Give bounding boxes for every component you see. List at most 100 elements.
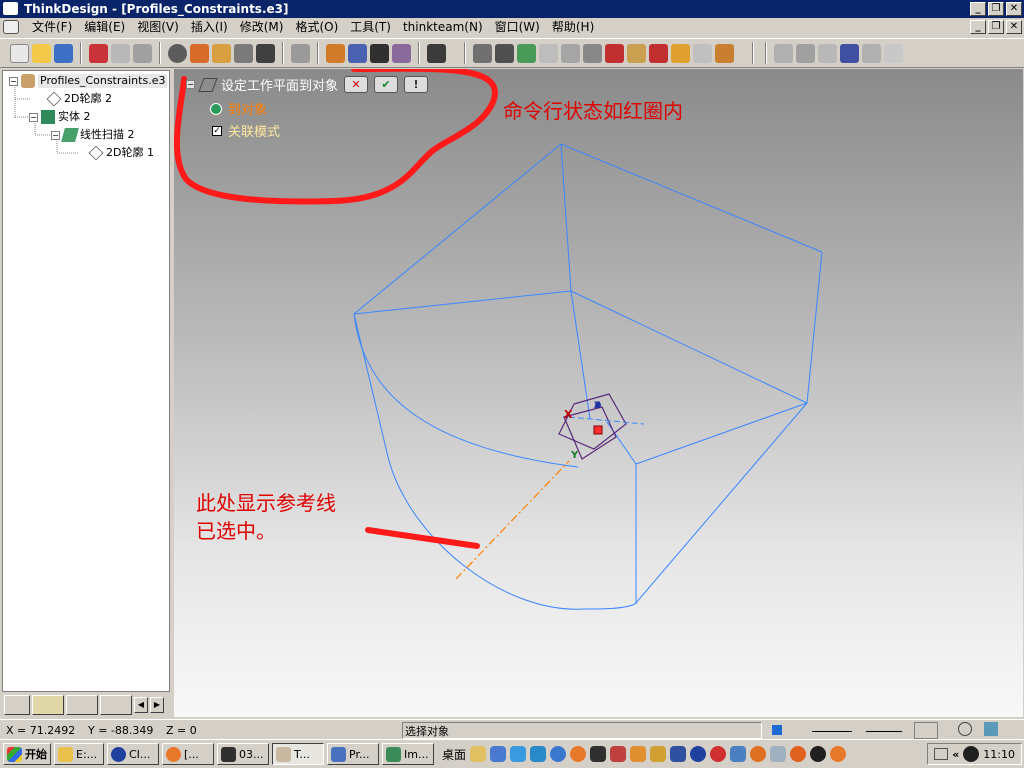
collapse-toggle[interactable]: − [29, 112, 38, 122]
taskbar-explorer[interactable]: E:... [54, 743, 104, 765]
tray-expand-icon[interactable]: « [952, 748, 959, 761]
dropdown-arrow-icon[interactable] [449, 43, 457, 63]
ok-button[interactable]: ✔ [374, 76, 399, 93]
zoom-fit-icon[interactable] [234, 43, 253, 63]
clock[interactable]: 11:10 [983, 748, 1015, 761]
shade-icon[interactable] [348, 43, 367, 63]
constraint-icon[interactable] [495, 43, 514, 63]
quicklaunch-mail-icon[interactable] [590, 746, 607, 762]
doc-close-button[interactable]: ✕ [1006, 20, 1022, 34]
curve-icon[interactable] [818, 43, 837, 63]
quicklaunch-chat-icon[interactable] [610, 746, 627, 762]
associative-checkbox[interactable]: ✓ [212, 125, 222, 136]
quicklaunch-qq-icon[interactable] [810, 746, 827, 762]
tab-scroll-left-icon[interactable]: ◀ [134, 697, 148, 713]
zoom-icon[interactable] [212, 43, 231, 63]
undo-icon[interactable] [89, 43, 108, 63]
tab-scroll-right-icon[interactable]: ▶ [150, 697, 164, 713]
taskbar-thinkdesign[interactable]: T... [272, 743, 324, 765]
render-icon[interactable] [326, 43, 345, 63]
document-icon[interactable] [3, 20, 19, 34]
measure-icon[interactable] [627, 43, 646, 63]
collapse-toggle[interactable]: − [186, 80, 195, 89]
layer-icon[interactable] [392, 43, 411, 63]
quicklaunch-doc-icon[interactable] [770, 746, 787, 762]
rotate-view-icon[interactable] [168, 43, 187, 63]
quicklaunch-globe-icon[interactable] [690, 746, 707, 762]
angle-icon[interactable] [796, 43, 815, 63]
tree-item-sweep-2[interactable]: − 线性扫描 2 [51, 128, 135, 142]
menu-window[interactable]: 窗口(W) [489, 18, 546, 37]
quicklaunch-firefox-icon[interactable] [570, 746, 587, 762]
command-option-row[interactable]: ✓ 关联模式 [212, 121, 280, 140]
quicklaunch-tool-icon[interactable] [670, 746, 687, 762]
restore-button[interactable]: ❐ [988, 2, 1004, 16]
quicklaunch-db-icon[interactable] [730, 746, 747, 762]
point-icon[interactable] [774, 43, 793, 63]
dropdown-arrow-icon[interactable] [906, 43, 914, 63]
pan-icon[interactable] [190, 43, 209, 63]
quicklaunch-network-icon[interactable] [510, 746, 527, 762]
tree-root[interactable]: − Profiles_Constraints.e3 [9, 74, 168, 88]
frame-icon[interactable] [693, 43, 712, 63]
quicklaunch-media-icon[interactable] [650, 746, 667, 762]
start-button[interactable]: 开始 [3, 743, 51, 765]
help-pointer-icon[interactable] [427, 43, 446, 63]
tab-sketch-icon[interactable] [32, 695, 64, 715]
cancel-button[interactable]: ✕ [344, 76, 369, 93]
dimension-icon[interactable] [517, 43, 536, 63]
quicklaunch-folder-icon[interactable] [470, 746, 487, 762]
qq-tray-icon[interactable] [963, 746, 980, 762]
analysis-icon[interactable] [649, 43, 668, 63]
quicklaunch-ie2-icon[interactable] [550, 746, 567, 762]
collapse-toggle[interactable]: − [9, 76, 18, 86]
open-folder-icon[interactable] [32, 43, 51, 63]
tree-item-solid-2[interactable]: − 实体 2 [29, 110, 91, 124]
keyboard-icon[interactable] [934, 748, 949, 760]
table-icon[interactable] [291, 43, 310, 63]
menu-insert[interactable]: 插入(I) [185, 18, 234, 37]
tab-document-icon[interactable] [100, 695, 132, 715]
menu-tools[interactable]: 工具(T) [344, 18, 397, 37]
minimize-button[interactable]: _ [970, 2, 986, 16]
redo-icon[interactable] [111, 43, 130, 63]
close-button[interactable]: ✕ [1006, 2, 1022, 16]
doc-minimize-button[interactable]: _ [970, 20, 986, 34]
new-file-icon[interactable] [10, 43, 29, 63]
menu-format[interactable]: 格式(O) [289, 18, 344, 37]
search-icon[interactable] [958, 722, 972, 736]
grid-icon[interactable] [256, 43, 275, 63]
paste-icon[interactable] [133, 43, 152, 63]
quicklaunch-fire-icon[interactable] [790, 746, 807, 762]
3d-viewport[interactable]: X Y Z − 设定工作平面到对象 ✕ ✔ ! 到对象 ✓ 关联模式 命令行状态… [174, 69, 1023, 717]
dropdown-arrow-icon[interactable] [737, 43, 745, 63]
doc-restore-button[interactable]: ❐ [988, 20, 1004, 34]
menu-edit[interactable]: 编辑(E) [78, 18, 131, 37]
quicklaunch-ie-icon[interactable] [530, 746, 547, 762]
taskbar-im[interactable]: Im... [382, 743, 434, 765]
tree-item-profile-2[interactable]: 2D轮廓 2 [46, 91, 112, 107]
quicklaunch-swirl-icon[interactable] [750, 746, 767, 762]
line-weight-icon[interactable] [866, 722, 902, 732]
misc-icon[interactable] [884, 43, 903, 63]
title-bar[interactable]: ThinkDesign - [Profiles_Constraints.e3] … [0, 0, 1024, 18]
tab-folder-icon[interactable] [66, 695, 98, 715]
tab-lightbulb-icon[interactable] [4, 695, 30, 715]
info-button[interactable]: ! [404, 76, 429, 93]
select-filter-icon[interactable] [914, 722, 938, 739]
save-icon[interactable] [54, 43, 73, 63]
cube-icon[interactable] [561, 43, 580, 63]
workplane-icon[interactable] [583, 43, 602, 63]
sketch-icon[interactable] [473, 43, 492, 63]
quicklaunch-fox-icon[interactable] [830, 746, 847, 762]
menu-modify[interactable]: 修改(M) [234, 18, 290, 37]
menu-view[interactable]: 视图(V) [131, 18, 185, 37]
box-icon[interactable] [539, 43, 558, 63]
monitor-icon[interactable] [984, 722, 998, 736]
quicklaunch-app-icon[interactable] [710, 746, 727, 762]
menu-file[interactable]: 文件(F) [26, 18, 78, 37]
collapse-toggle[interactable]: − [51, 130, 60, 140]
section-icon[interactable] [605, 43, 624, 63]
light-icon[interactable] [671, 43, 690, 63]
material-icon[interactable] [715, 43, 734, 63]
